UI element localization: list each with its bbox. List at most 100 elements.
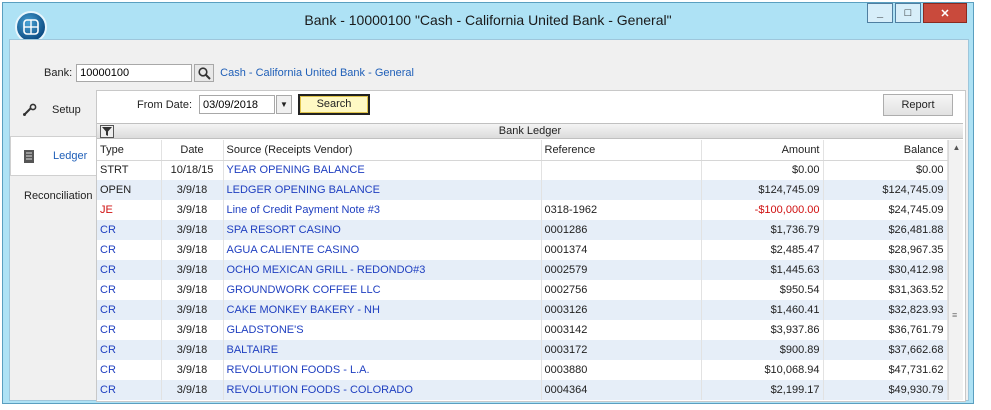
table-row[interactable]: CR 3/9/18 REVOLUTION FOODS - COLORADO 00043… (97, 380, 948, 400)
cell-amount[interactable]: -$100,000.00 (701, 200, 824, 220)
bank-lookup-button[interactable] (194, 64, 215, 82)
column-header-amount[interactable]: Amount (701, 140, 824, 161)
cell-source[interactable]: Line of Credit Payment Note #3 (223, 200, 542, 220)
cell-date[interactable]: 3/9/18 (161, 280, 224, 300)
cell-date[interactable]: 10/18/15 (161, 160, 224, 180)
cell-balance[interactable]: $37,662.68 (823, 340, 948, 360)
cell-reference[interactable] (541, 160, 702, 180)
cell-source[interactable]: LEDGER OPENING BALANCE (223, 180, 542, 200)
from-date-input[interactable] (199, 95, 275, 114)
cell-source[interactable]: OCHO MEXICAN GRILL - REDONDO#3 (223, 260, 542, 280)
scroll-grip-icon[interactable]: ≡ (952, 310, 957, 320)
table-row[interactable]: CR 3/9/18 BALTAIRE 0003172 $900.89 $37,662.68 (97, 340, 948, 360)
cell-date[interactable]: 3/9/18 (161, 220, 224, 240)
cell-source[interactable]: SPA RESORT CASINO (223, 220, 542, 240)
cell-source[interactable]: BALTAIRE (223, 340, 542, 360)
cell-amount[interactable]: $900.89 (701, 340, 824, 360)
tab-ledger[interactable]: Ledger (10, 136, 96, 176)
cell-date[interactable]: 3/9/18 (161, 380, 224, 400)
cell-balance[interactable]: $32,823.93 (823, 300, 948, 320)
cell-balance[interactable]: $24,745.09 (823, 200, 948, 220)
table-row[interactable]: CR 3/9/18 AGUA CALIENTE CASINO 0001374 $2,48… (97, 240, 948, 260)
cell-balance[interactable]: $28,967.35 (823, 240, 948, 260)
cell-source[interactable]: YEAR OPENING BALANCE (223, 160, 542, 180)
cell-date[interactable]: 3/9/18 (161, 340, 224, 360)
cell-source[interactable]: REVOLUTION FOODS - L.A. (223, 360, 542, 380)
cell-amount[interactable]: $2,485.47 (701, 240, 824, 260)
table-row[interactable]: CR 3/9/18 SPA RESORT CASINO 0001286 $1,736.7… (97, 220, 948, 240)
tab-reconciliation[interactable]: Reconciliation (10, 176, 96, 216)
cell-date[interactable]: 3/9/18 (161, 200, 224, 220)
cell-reference[interactable]: 0002579 (541, 260, 702, 280)
maximize-button[interactable]: □ (895, 3, 921, 23)
report-button[interactable]: Report (883, 94, 953, 116)
cell-type[interactable]: CR (97, 320, 162, 340)
close-button[interactable]: ✕ (923, 3, 967, 23)
table-row[interactable]: CR 3/9/18 GLADSTONE'S 0003142 $3,937.86 $36,7… (97, 320, 948, 340)
cell-balance[interactable]: $31,363.52 (823, 280, 948, 300)
table-row[interactable]: CR 3/9/18 REVOLUTION FOODS - L.A. 0003880 $1… (97, 360, 948, 380)
cell-reference[interactable]: 0003880 (541, 360, 702, 380)
cell-type[interactable]: CR (97, 240, 162, 260)
cell-amount[interactable]: $10,068.94 (701, 360, 824, 380)
cell-reference[interactable]: 0004364 (541, 380, 702, 400)
table-row[interactable]: STRT 10/18/15 YEAR OPENING BALANCE $0.00 $0.… (97, 160, 948, 180)
cell-balance[interactable]: $0.00 (823, 160, 948, 180)
cell-balance[interactable]: $30,412.98 (823, 260, 948, 280)
table-row[interactable]: CR 3/9/18 OCHO MEXICAN GRILL - REDONDO#3 00… (97, 260, 948, 280)
cell-reference[interactable]: 0002756 (541, 280, 702, 300)
cell-amount[interactable]: $950.54 (701, 280, 824, 300)
tab-setup[interactable]: Setup (10, 90, 96, 130)
cell-date[interactable]: 3/9/18 (161, 240, 224, 260)
cell-amount[interactable]: $1,736.79 (701, 220, 824, 240)
table-row[interactable]: OPEN 3/9/18 LEDGER OPENING BALANCE $124,745… (97, 180, 948, 200)
cell-balance[interactable]: $49,930.79 (823, 380, 948, 400)
cell-type[interactable]: CR (97, 280, 162, 300)
cell-source[interactable]: REVOLUTION FOODS - COLORADO (223, 380, 542, 400)
cell-source[interactable]: GLADSTONE'S (223, 320, 542, 340)
table-row[interactable]: CR 3/9/18 CAKE MONKEY BAKERY - NH 0003126 $1… (97, 300, 948, 320)
column-header-reference[interactable]: Reference (541, 140, 702, 161)
cell-date[interactable]: 3/9/18 (161, 260, 224, 280)
cell-balance[interactable]: $124,745.09 (823, 180, 948, 200)
cell-balance[interactable]: $26,481.88 (823, 220, 948, 240)
table-row[interactable]: JE 3/9/18 Line of Credit Payment Note #3 03… (97, 200, 948, 220)
cell-reference[interactable]: 0318-1962 (541, 200, 702, 220)
cell-type[interactable]: STRT (97, 160, 162, 180)
cell-amount[interactable]: $2,199.17 (701, 380, 824, 400)
search-button[interactable]: Search (298, 94, 370, 115)
cell-amount[interactable]: $3,937.86 (701, 320, 824, 340)
cell-reference[interactable] (541, 180, 702, 200)
title-bar[interactable]: Bank - 10000100 "Cash - California Unite… (3, 3, 973, 43)
vertical-scrollbar[interactable]: ▲ ≡ (948, 140, 963, 400)
cell-type[interactable]: JE (97, 200, 162, 220)
scroll-up-arrow-icon[interactable]: ▲ (949, 140, 964, 154)
minimize-button[interactable]: _ (867, 3, 893, 23)
cell-reference[interactable]: 0001286 (541, 220, 702, 240)
cell-reference[interactable]: 0003172 (541, 340, 702, 360)
column-header-type[interactable]: Type (97, 140, 162, 161)
cell-reference[interactable]: 0001374 (541, 240, 702, 260)
date-dropdown-button[interactable]: ▼ (276, 95, 292, 114)
cell-type[interactable]: CR (97, 260, 162, 280)
cell-date[interactable]: 3/9/18 (161, 320, 224, 340)
cell-date[interactable]: 3/9/18 (161, 180, 224, 200)
cell-date[interactable]: 3/9/18 (161, 360, 224, 380)
cell-balance[interactable]: $36,761.79 (823, 320, 948, 340)
table-row[interactable]: CR 3/9/18 GROUNDWORK COFFEE LLC 0002756 $950… (97, 280, 948, 300)
cell-source[interactable]: AGUA CALIENTE CASINO (223, 240, 542, 260)
cell-date[interactable]: 3/9/18 (161, 300, 224, 320)
cell-type[interactable]: OPEN (97, 180, 162, 200)
column-header-source[interactable]: Source (Receipts Vendor) (223, 140, 542, 161)
bank-input[interactable] (76, 64, 193, 82)
cell-type[interactable]: CR (97, 300, 162, 320)
cell-type[interactable]: CR (97, 380, 162, 400)
cell-type[interactable]: CR (97, 360, 162, 380)
filter-icon[interactable] (100, 125, 114, 138)
cell-type[interactable]: CR (97, 220, 162, 240)
column-header-balance[interactable]: Balance (823, 140, 948, 161)
cell-source[interactable]: GROUNDWORK COFFEE LLC (223, 280, 542, 300)
cell-source[interactable]: CAKE MONKEY BAKERY - NH (223, 300, 542, 320)
column-header-date[interactable]: Date (161, 140, 224, 161)
cell-reference[interactable]: 0003126 (541, 300, 702, 320)
